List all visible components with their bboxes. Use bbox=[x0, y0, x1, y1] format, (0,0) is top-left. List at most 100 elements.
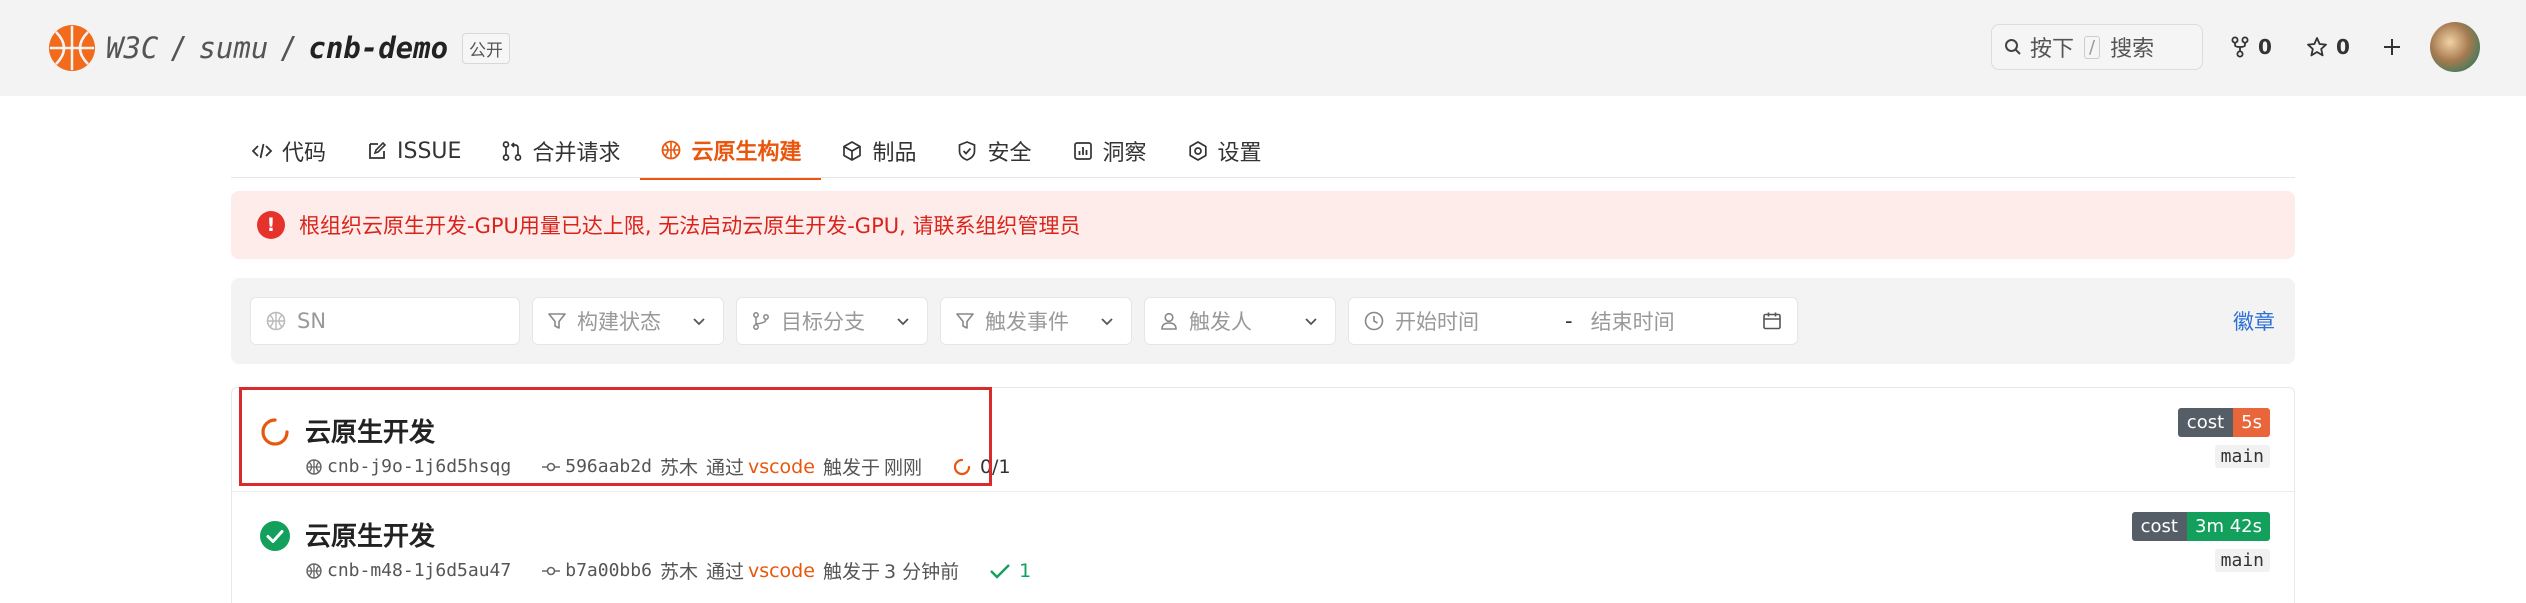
chevron-down-icon bbox=[693, 318, 705, 326]
event-placeholder: 触发事件 bbox=[985, 310, 1069, 334]
alert-text: 根组织云原生开发-GPU用量已达上限, 无法启动云原生开发-GPU, 请联系组织… bbox=[299, 214, 1081, 238]
build-icon bbox=[662, 140, 681, 159]
cost-label: cost bbox=[2131, 512, 2187, 541]
build-sn[interactable]: cnb-j9o-1j6d5hsqg bbox=[327, 456, 511, 477]
search-icon bbox=[2005, 39, 2021, 55]
tab-label: 云原生构建 bbox=[691, 139, 802, 165]
cost-label: cost bbox=[2177, 408, 2234, 437]
branch-tag[interactable]: main bbox=[2214, 549, 2270, 572]
build-sn[interactable]: cnb-m48-1j6d5au47 bbox=[327, 560, 511, 581]
build-list: 云原生开发 cnb-j9o-1j6d5hsqg 596aab2d 苏木 通过 v… bbox=[231, 387, 2295, 603]
loading-spinner-icon bbox=[261, 418, 289, 446]
branch-placeholder: 目标分支 bbox=[781, 310, 865, 334]
build-title[interactable]: 云原生开发 bbox=[305, 412, 435, 449]
chevron-down-icon bbox=[1305, 318, 1317, 326]
search-label: 搜索 bbox=[2110, 37, 2155, 62]
build-user[interactable]: 苏木 bbox=[660, 557, 698, 584]
package-icon bbox=[843, 141, 862, 161]
quota-alert: ! 根组织云原生开发-GPU用量已达上限, 无法启动云原生开发-GPU, 请联系… bbox=[231, 191, 2295, 259]
tab-security[interactable]: 安全 bbox=[936, 122, 1051, 180]
trigger-user-select[interactable]: 触发人 bbox=[1144, 297, 1336, 345]
build-meta: cnb-j9o-1j6d5hsqg 596aab2d 苏木 通过 vscode … bbox=[305, 453, 1011, 480]
breadcrumb-org[interactable]: W3C bbox=[106, 31, 158, 65]
build-via: vscode bbox=[747, 455, 815, 478]
via-label: 通过 bbox=[705, 561, 744, 583]
event-select[interactable]: 触发事件 bbox=[940, 297, 1132, 345]
search-hint-press: 按下 bbox=[2030, 37, 2075, 62]
chevron-down-icon bbox=[897, 318, 909, 326]
plus-icon bbox=[2384, 39, 2400, 55]
user-icon bbox=[1161, 312, 1177, 330]
tab-code[interactable]: 代码 bbox=[231, 122, 346, 180]
avatar[interactable] bbox=[2430, 22, 2480, 72]
fork-count: 0 bbox=[2258, 35, 2272, 59]
build-time: 3 分钟前 bbox=[883, 561, 960, 583]
build-via: vscode bbox=[747, 559, 815, 582]
branch-icon bbox=[753, 312, 769, 330]
status-placeholder: 构建状态 bbox=[577, 310, 661, 334]
tab-label: 设置 bbox=[1217, 141, 1262, 166]
build-time: 刚刚 bbox=[883, 457, 922, 479]
cost-value: 5s bbox=[2233, 408, 2270, 437]
build-summary: cost 3m 42s main bbox=[2131, 512, 2270, 572]
breadcrumb-group[interactable]: sumu bbox=[198, 31, 268, 65]
badge-link[interactable]: 徽章 bbox=[2233, 306, 2275, 336]
filter-icon bbox=[956, 313, 974, 329]
sn-search-input[interactable]: SN bbox=[250, 297, 520, 345]
top-bar: W3C / sumu / cnb-demo 公开 按下 / 搜索 0 0 bbox=[0, 0, 2526, 96]
build-icon bbox=[266, 311, 286, 331]
cnb-logo-icon[interactable] bbox=[48, 24, 96, 72]
tab-cloud-native-build[interactable]: 云原生构建 bbox=[640, 122, 822, 180]
visibility-badge: 公开 bbox=[462, 32, 511, 64]
end-time-placeholder[interactable]: 结束时间 bbox=[1591, 306, 1675, 336]
start-time-placeholder[interactable]: 开始时间 bbox=[1395, 306, 1547, 336]
tab-label: 制品 bbox=[872, 141, 917, 166]
breadcrumb: W3C / sumu / cnb-demo 公开 bbox=[106, 24, 511, 72]
tab-pull-requests[interactable]: 合并请求 bbox=[481, 122, 640, 180]
code-icon bbox=[251, 143, 273, 159]
build-title[interactable]: 云原生开发 bbox=[305, 516, 435, 553]
job-progress: 0/1 bbox=[979, 455, 1011, 478]
star-icon bbox=[2307, 37, 2327, 57]
star-button[interactable]: 0 bbox=[2306, 30, 2350, 64]
build-commit[interactable]: 596aab2d bbox=[565, 456, 652, 477]
build-row[interactable]: 云原生开发 cnb-m48-1j6d5au47 b7a00bb6 苏木 通过 v… bbox=[232, 491, 2294, 595]
trigger-label: 触发于 bbox=[822, 457, 880, 479]
filter-icon bbox=[548, 313, 566, 329]
fork-button[interactable]: 0 bbox=[2230, 30, 2272, 64]
calendar-icon bbox=[1763, 312, 1781, 330]
commit-icon bbox=[542, 566, 561, 575]
trigger-label: 触发于 bbox=[822, 561, 880, 583]
cost-badge: cost 3m 42s bbox=[2131, 512, 2270, 541]
tab-label: 安全 bbox=[987, 141, 1032, 166]
build-user[interactable]: 苏木 bbox=[660, 453, 698, 480]
date-range-picker[interactable]: 开始时间 - 结束时间 bbox=[1348, 297, 1798, 345]
gear-icon bbox=[1188, 141, 1207, 161]
tab-settings[interactable]: 设置 bbox=[1167, 122, 1282, 180]
tab-label: 代码 bbox=[282, 141, 327, 166]
build-summary: cost 5s main bbox=[2177, 408, 2270, 468]
via-label: 通过 bbox=[705, 457, 744, 479]
tab-issue[interactable]: ISSUE bbox=[346, 122, 481, 180]
breadcrumb-repo[interactable]: cnb-demo bbox=[308, 31, 448, 65]
trigger-user-placeholder: 触发人 bbox=[1189, 310, 1252, 334]
error-icon: ! bbox=[257, 211, 285, 239]
loading-spinner-icon bbox=[953, 458, 971, 475]
search-shortcut-key: / bbox=[2084, 35, 2101, 59]
status-select[interactable]: 构建状态 bbox=[532, 297, 724, 345]
filter-bar: SN 构建状态 目标分支 触发事件 触发人 开始时间 - 结束时间 徽章 bbox=[231, 278, 2295, 364]
build-row[interactable]: 云原生开发 cnb-j9o-1j6d5hsqg 596aab2d 苏木 通过 v… bbox=[232, 388, 2294, 491]
repo-tabs: 代码 ISSUE 合并请求 云原生构建 制品 安全 洞察 设置 bbox=[231, 120, 1282, 180]
tab-packages[interactable]: 制品 bbox=[821, 122, 936, 180]
build-meta: cnb-m48-1j6d5au47 b7a00bb6 苏木 通过 vscode … bbox=[305, 557, 1031, 584]
cost-value: 3m 42s bbox=[2187, 512, 2270, 541]
tab-insights[interactable]: 洞察 bbox=[1052, 122, 1167, 180]
branch-tag[interactable]: main bbox=[2214, 445, 2270, 468]
build-icon bbox=[306, 458, 322, 475]
branch-select[interactable]: 目标分支 bbox=[736, 297, 928, 345]
build-commit[interactable]: b7a00bb6 bbox=[565, 560, 652, 581]
search-button[interactable]: 按下 / 搜索 bbox=[1991, 24, 2203, 70]
chevron-down-icon bbox=[1101, 318, 1113, 326]
create-button[interactable] bbox=[2381, 30, 2403, 64]
check-icon bbox=[990, 563, 1010, 579]
